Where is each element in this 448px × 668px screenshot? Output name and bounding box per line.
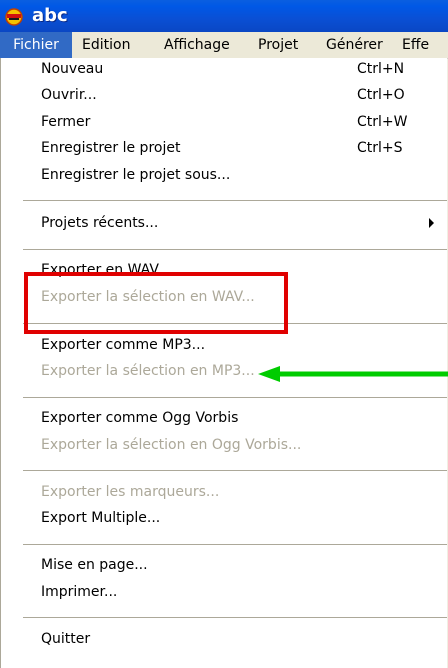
menu-item-label: Enregistrer le projet [41, 140, 181, 156]
menu-separator [23, 544, 447, 545]
menu-item-enregistrer-projet[interactable]: Enregistrer le projet Ctrl+S [1, 137, 447, 159]
window-title: abc [32, 5, 68, 26]
menu-item-exporter-marqueurs: Exporter les marqueurs... [1, 481, 447, 503]
menu-item-enregistrer-projet-sous[interactable]: Enregistrer le projet sous... [1, 164, 447, 186]
menu-separator [23, 200, 447, 201]
menu-bar: Fichier Edition Affichage Projet Générer… [0, 32, 448, 59]
menu-item-label: Mise en page... [41, 557, 148, 573]
menu-separator [23, 249, 447, 250]
menu-separator [23, 470, 447, 471]
menu-item-label: Nouveau [41, 61, 104, 77]
menu-effets[interactable]: Effe [402, 32, 429, 58]
menu-item-shortcut: Ctrl+O [357, 87, 405, 103]
menu-item-export-multiple[interactable]: Export Multiple... [1, 507, 447, 529]
submenu-arrow-icon [429, 218, 434, 228]
menu-item-shortcut: Ctrl+N [357, 61, 405, 77]
menu-item-label: Imprimer... [41, 584, 118, 600]
file-menu-dropdown: Nouveau Ctrl+N Ouvrir... Ctrl+O Fermer C… [0, 58, 447, 668]
menu-item-label: Fermer [41, 114, 91, 130]
menu-item-nouveau[interactable]: Nouveau Ctrl+N [1, 58, 447, 80]
menu-item-label: Exporter comme Ogg Vorbis [41, 410, 239, 426]
menu-item-mise-en-page[interactable]: Mise en page... [1, 554, 447, 576]
menu-edition[interactable]: Edition [82, 32, 130, 58]
menu-separator [23, 617, 447, 618]
menu-fichier[interactable]: Fichier [0, 32, 72, 58]
audacity-app-icon[interactable] [4, 6, 24, 26]
menu-item-label: Exporter comme MP3... [41, 337, 206, 353]
menu-item-exporter-ogg[interactable]: Exporter comme Ogg Vorbis [1, 407, 447, 429]
menu-item-label: Export Multiple... [41, 510, 161, 526]
menu-item-label: Enregistrer le projet sous... [41, 167, 231, 183]
menu-item-exporter-selection-ogg: Exporter la sélection en Ogg Vorbis... [1, 434, 447, 456]
menu-generer[interactable]: Générer [326, 32, 383, 58]
menu-item-label: Quitter [41, 631, 91, 647]
menu-item-label: Exporter la sélection en MP3... [41, 363, 255, 379]
menu-item-projets-recents[interactable]: Projets récents... [1, 212, 447, 234]
menu-item-shortcut: Ctrl+W [357, 114, 408, 130]
menu-item-label: Ouvrir... [41, 87, 97, 103]
title-bar[interactable]: abc [0, 0, 448, 32]
menu-item-shortcut: Ctrl+S [357, 140, 403, 156]
menu-item-fermer[interactable]: Fermer Ctrl+W [1, 111, 447, 133]
menu-item-exporter-mp3[interactable]: Exporter comme MP3... [1, 334, 447, 356]
menu-item-quitter[interactable]: Quitter [1, 628, 447, 650]
menu-item-label: Exporter la sélection en Ogg Vorbis... [41, 437, 302, 453]
green-arrow-icon [258, 366, 448, 382]
menu-item-label: Exporter les marqueurs... [41, 484, 220, 500]
menu-item-label: Projets récents... [41, 215, 159, 231]
menu-affichage[interactable]: Affichage [164, 32, 230, 58]
menu-separator [23, 397, 447, 398]
menu-projet[interactable]: Projet [258, 32, 298, 58]
menu-item-ouvrir[interactable]: Ouvrir... Ctrl+O [1, 84, 447, 106]
menu-item-imprimer[interactable]: Imprimer... [1, 581, 447, 603]
red-highlight-box [24, 272, 288, 334]
